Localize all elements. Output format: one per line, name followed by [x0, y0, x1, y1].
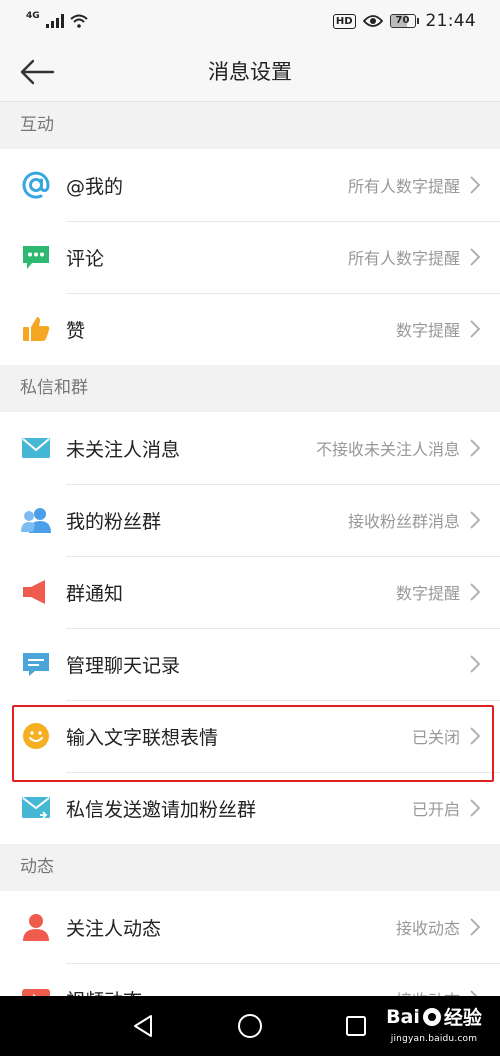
eye-icon: [362, 15, 383, 27]
row-value: 所有人数字提醒: [347, 177, 460, 196]
chevron-right-icon: [468, 582, 482, 602]
settings-row-video-feed[interactable]: 视频动态 接收动态: [0, 963, 500, 996]
watermark-logo-text-b: 经验: [443, 1007, 482, 1029]
row-label: 群通知: [66, 582, 124, 605]
row-value: 接收动态: [396, 987, 460, 996]
mail-icon: [20, 432, 52, 464]
smiley-icon: [20, 720, 52, 752]
recents-square-icon[interactable]: [341, 1012, 371, 1040]
row-value: 接收粉丝群消息: [347, 512, 460, 531]
battery-icon: 70: [389, 14, 419, 28]
status-time: 21:44: [425, 11, 476, 31]
person-icon: [20, 911, 52, 943]
settings-row-invite-fan-group[interactable]: 私信发送邀请加粉丝群 已开启: [0, 772, 500, 844]
row-label: 输入文字联想表情: [66, 726, 219, 749]
battery-text: 70: [395, 15, 410, 26]
status-right: HD 70 21:44: [332, 11, 476, 31]
row-label: 评论: [66, 247, 105, 270]
row-value: 数字提醒: [395, 584, 460, 603]
speaker-icon: [20, 576, 52, 608]
watermark-logo-text-a: Bai: [386, 1005, 420, 1028]
settings-row-emoji-suggestion[interactable]: 输入文字联想表情 已关闭: [0, 700, 500, 772]
row-value: 已开启: [411, 800, 460, 819]
thumbs-up-icon: [20, 313, 52, 345]
back-triangle-icon[interactable]: [128, 1012, 158, 1040]
chevron-right-icon: [468, 798, 482, 818]
baidu-jingyan-watermark: Bai 经验 jingyan.baidu.com: [380, 1000, 488, 1054]
header: 消息设置: [0, 42, 500, 102]
mail-invite-icon: [20, 792, 52, 824]
settings-row-comments[interactable]: 评论 所有人数字提醒: [0, 221, 500, 293]
home-circle-icon[interactable]: [235, 1012, 265, 1040]
row-label: 管理聊天记录: [66, 654, 181, 677]
signal-icon: [45, 14, 64, 28]
paw-icon: [422, 1007, 441, 1026]
settings-row-chat-history[interactable]: 管理聊天记录: [0, 628, 500, 700]
page-title: 消息设置: [208, 60, 292, 84]
chevron-right-icon: [468, 175, 482, 195]
row-label: 视频动态: [66, 986, 396, 997]
chevron-right-icon: [468, 989, 482, 996]
row-label: @我的: [66, 175, 124, 198]
row-label: 私信发送邀请加粉丝群: [66, 798, 257, 821]
back-button[interactable]: [18, 54, 56, 90]
arrow-left-icon: [20, 59, 55, 85]
video-icon: [20, 983, 52, 996]
section-header-feed: 动态: [0, 844, 500, 891]
network-type: 4G: [26, 11, 40, 21]
chevron-right-icon: [468, 319, 482, 339]
watermark-url: jingyan.baidu.com: [390, 1034, 478, 1044]
status-left: 4G: [26, 11, 88, 28]
wifi-icon: [69, 14, 88, 28]
group-icon: [20, 504, 52, 536]
settings-row-following-feed[interactable]: 关注人动态 接收动态: [0, 891, 500, 963]
settings-row-fan-groups[interactable]: 我的粉丝群 接收粉丝群消息: [0, 484, 500, 556]
row-value: 所有人数字提醒: [347, 249, 460, 268]
row-value: 不接收未关注人消息: [315, 440, 460, 459]
settings-list[interactable]: 互动 @我的 所有人数字提醒 评论 所有人数字提醒 赞 数字提醒 私信和群 未关…: [0, 102, 500, 996]
chevron-right-icon: [468, 726, 482, 746]
chevron-right-icon: [468, 654, 482, 674]
settings-row-group-notice[interactable]: 群通知 数字提醒: [0, 556, 500, 628]
section-header-interaction: 互动: [0, 102, 500, 149]
chat-history-icon: [20, 648, 52, 680]
row-value: 接收动态: [395, 919, 460, 938]
settings-row-unfollowed-messages[interactable]: 未关注人消息 不接收未关注人消息: [0, 412, 500, 484]
at-icon: [20, 169, 52, 201]
settings-row-mentions[interactable]: @我的 所有人数字提醒: [0, 149, 500, 221]
chevron-right-icon: [468, 917, 482, 937]
status-bar: 4G HD 70 21:44: [0, 0, 500, 42]
watermark-logo: Bai 经验: [380, 1003, 488, 1030]
settings-row-likes[interactable]: 赞 数字提醒: [0, 293, 500, 365]
hd-icon: HD: [332, 13, 356, 29]
row-label: 我的粉丝群: [66, 510, 162, 533]
comment-icon: [20, 241, 52, 273]
row-label: 未关注人消息: [66, 438, 181, 461]
chevron-right-icon: [468, 438, 482, 458]
row-label: 赞: [66, 319, 86, 342]
chevron-right-icon: [468, 247, 482, 267]
row-label: 关注人动态: [66, 917, 162, 940]
row-value: 已关闭: [411, 728, 460, 747]
section-header-messages-groups: 私信和群: [0, 365, 500, 412]
chevron-right-icon: [468, 510, 482, 530]
system-nav-bar: Bai 经验 jingyan.baidu.com: [0, 996, 500, 1056]
row-value: 数字提醒: [395, 321, 460, 340]
